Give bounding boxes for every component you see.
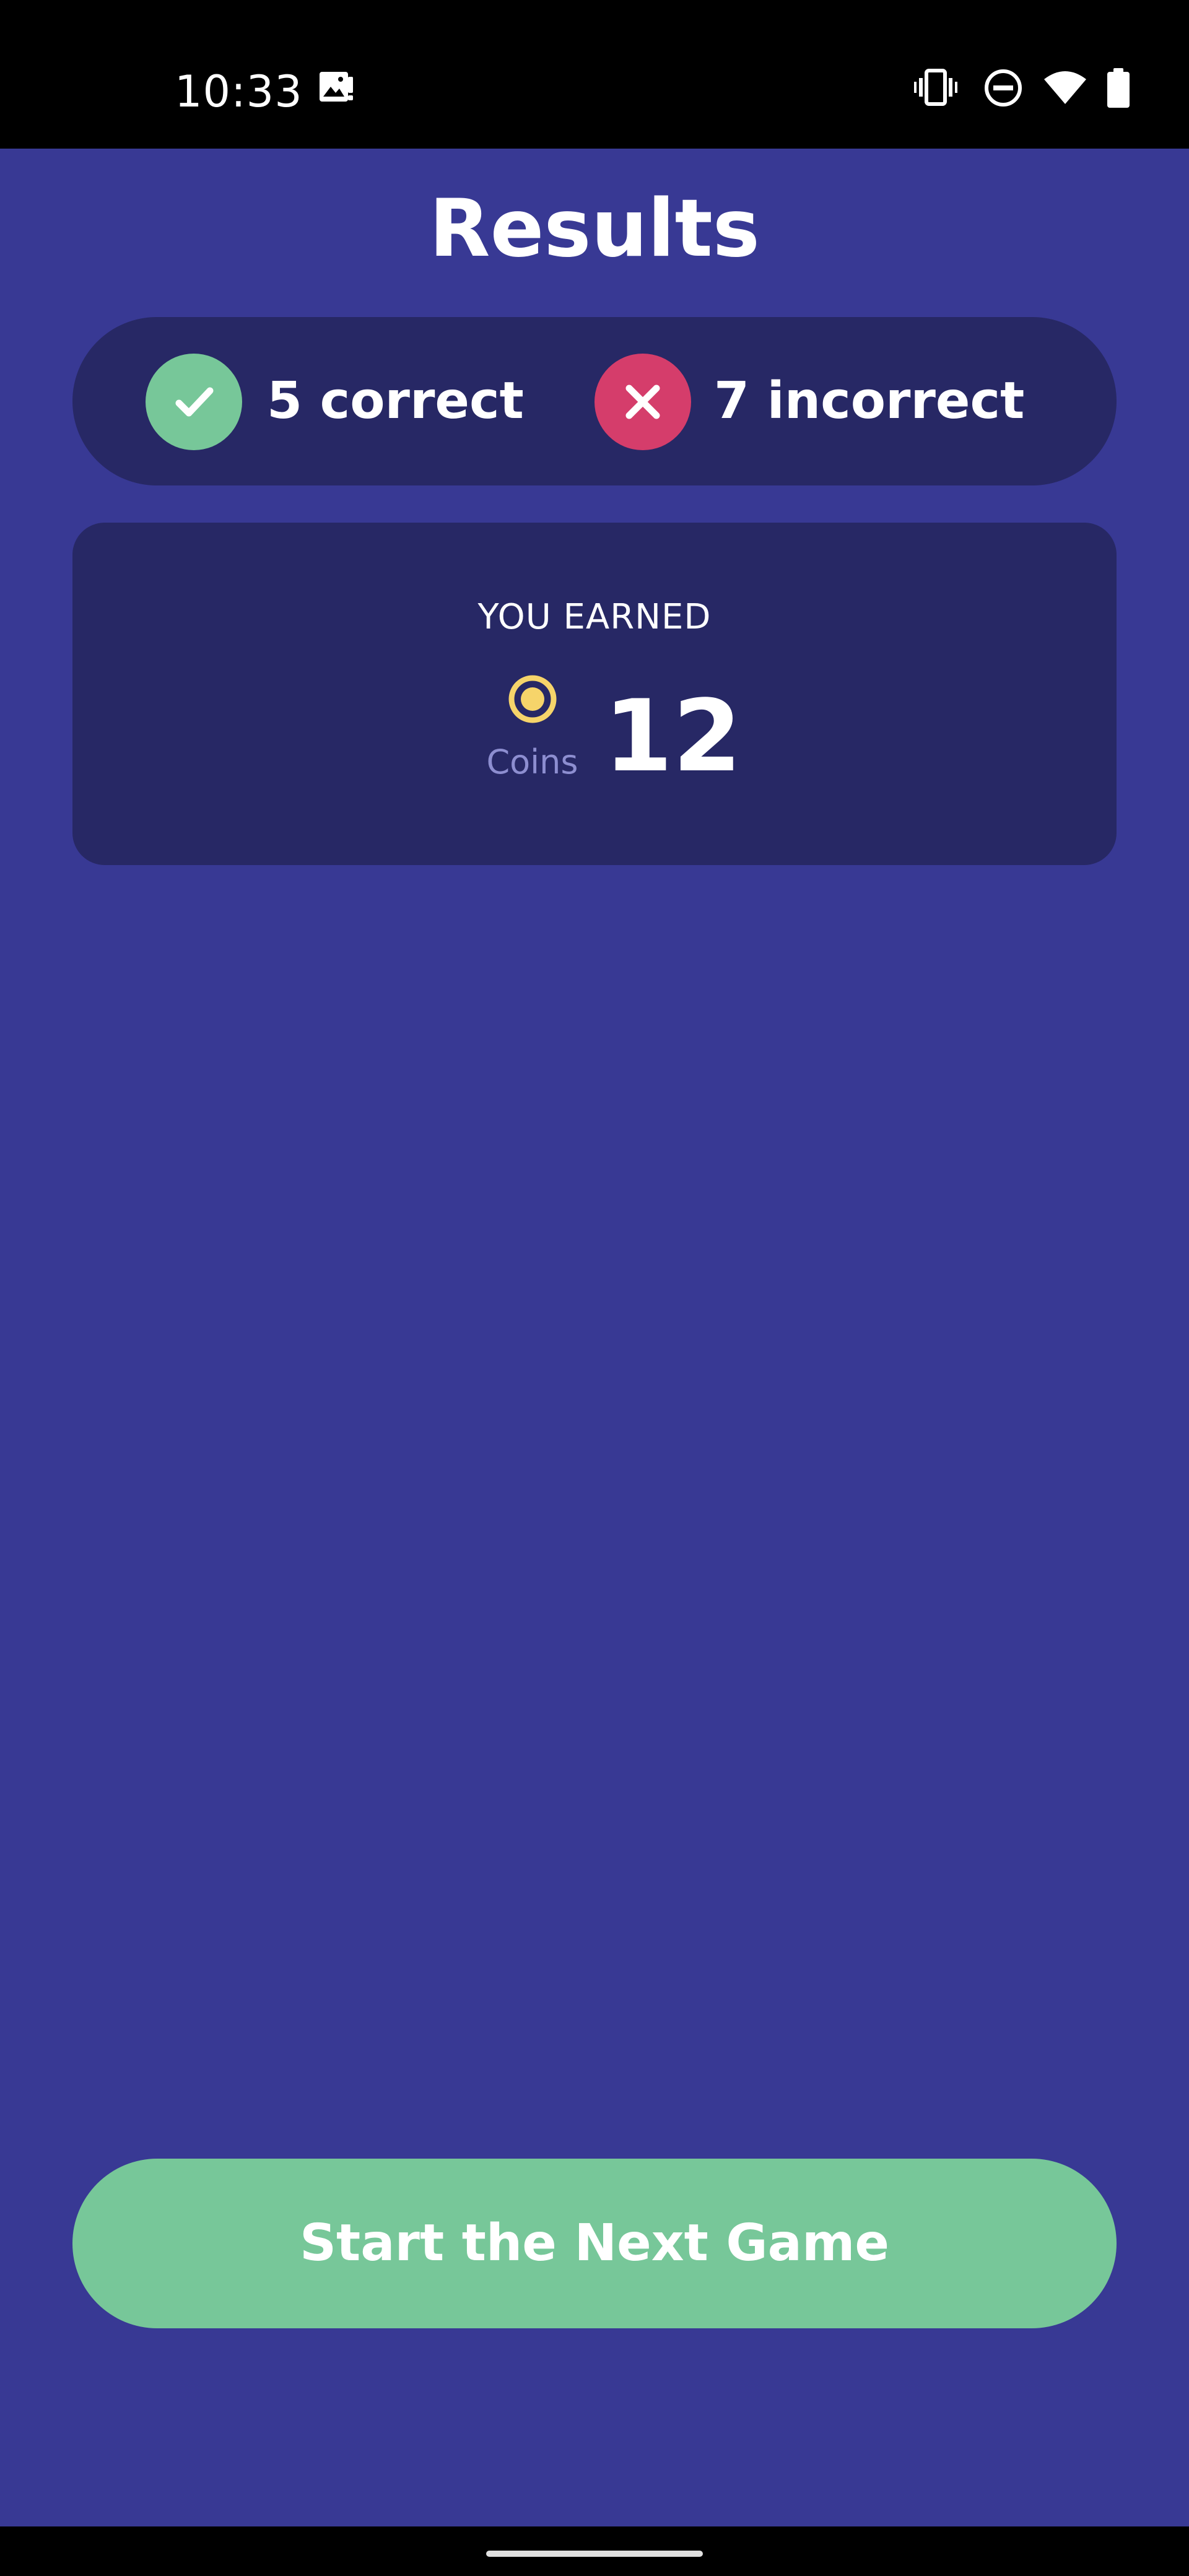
earned-label: YOU EARNED xyxy=(477,597,712,637)
coin-icon xyxy=(508,674,557,724)
status-bar: 10:33 xyxy=(0,0,1189,149)
correct-count: 5 correct xyxy=(267,372,524,430)
status-time: 10:33 xyxy=(175,66,303,117)
start-next-game-button[interactable]: Start the Next Game xyxy=(72,2159,1117,2328)
image-notification-icon xyxy=(317,68,355,109)
coins-amount: 12 xyxy=(604,678,742,794)
check-icon xyxy=(175,387,214,417)
wifi-icon xyxy=(1043,68,1087,109)
vibrate-icon xyxy=(914,68,957,109)
close-icon xyxy=(625,385,660,419)
home-indicator[interactable] xyxy=(486,2551,703,2557)
battery-icon xyxy=(1106,68,1131,111)
navigation-bar xyxy=(0,2526,1189,2576)
score-summary-card: 5 correct 7 incorrect xyxy=(72,317,1117,485)
coins-label: Coins xyxy=(486,742,578,781)
incorrect-badge xyxy=(594,354,691,450)
earned-card: YOU EARNED Coins 12 xyxy=(72,523,1117,865)
page-title: Results xyxy=(429,183,760,275)
incorrect-count: 7 incorrect xyxy=(714,372,1025,430)
do-not-disturb-icon xyxy=(983,68,1023,110)
correct-badge xyxy=(146,354,242,450)
